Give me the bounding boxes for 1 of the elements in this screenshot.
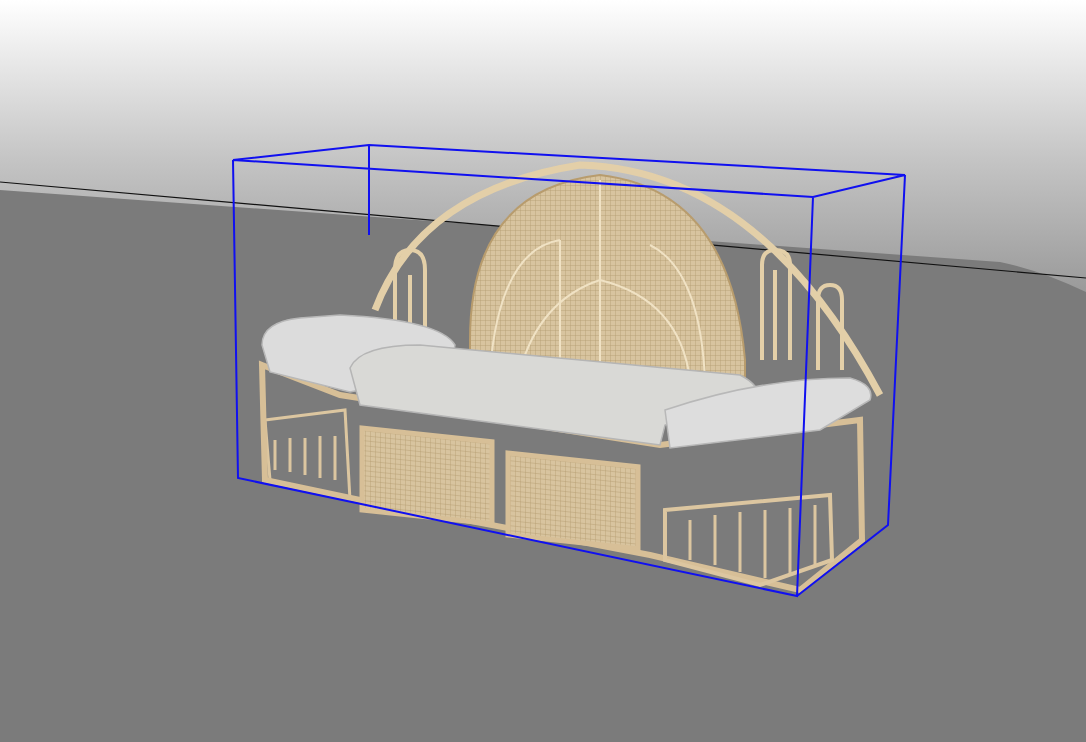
model-viewport[interactable]: [0, 0, 1086, 742]
